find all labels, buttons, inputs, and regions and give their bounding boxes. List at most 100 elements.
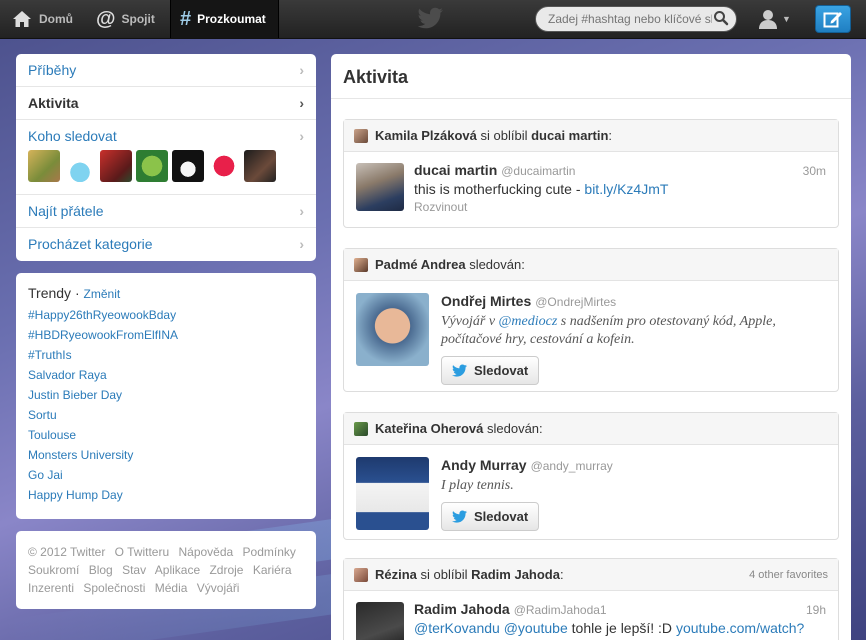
footer-link[interactable]: Podmínky: [243, 545, 296, 559]
sidebar-item-find-friends[interactable]: Najít přátele ›: [16, 195, 316, 228]
trend-item[interactable]: Happy Hump Day: [28, 485, 304, 505]
avatar[interactable]: [244, 150, 276, 182]
tweet-text: this is motherfucking cute - bit.ly/Kz4J…: [414, 181, 826, 197]
profile-name[interactable]: Andy Murray: [441, 457, 527, 473]
trend-item[interactable]: Justin Bieber Day: [28, 385, 304, 405]
sidebar-item-activity[interactable]: Aktivita ›: [16, 87, 316, 120]
trend-item[interactable]: Monsters University: [28, 445, 304, 465]
footer-link[interactable]: Média: [155, 581, 188, 595]
tweet-text-body: this is motherfucking cute -: [414, 181, 585, 197]
user-profile-card: Ondřej Mirtes @OndrejMirtes Vývojář v @me…: [344, 281, 838, 395]
footer-link[interactable]: Blog: [89, 563, 113, 577]
avatar[interactable]: [100, 150, 132, 182]
tweet[interactable]: ducai martin @ducaimartin 30m this is mot…: [344, 152, 838, 224]
tweet-link[interactable]: youtube.com/watch?: [676, 620, 804, 636]
chevron-right-icon: ›: [299, 236, 304, 252]
footer-link[interactable]: Inzerenti: [28, 581, 74, 595]
footer-link[interactable]: O Twitteru: [115, 545, 169, 559]
avatar[interactable]: [208, 150, 240, 182]
avatar[interactable]: [354, 128, 368, 143]
trend-item[interactable]: #Happy26thRyeowookBday: [28, 305, 304, 325]
footer-copyright: © 2012 Twitter: [28, 545, 106, 559]
tweet[interactable]: Radim Jahoda @RadimJahoda1 19h @terKovand…: [344, 591, 838, 640]
activity-header: Padmé Andrea sledován:: [344, 249, 838, 281]
who-to-follow[interactable]: Koho sledovat ›: [16, 120, 316, 195]
profile-handle[interactable]: @OndrejMirtes: [535, 295, 616, 309]
activity-suffix: :: [559, 567, 564, 582]
footer-link[interactable]: Aplikace: [155, 563, 200, 577]
sidebar-item-label: Koho sledovat: [28, 128, 117, 144]
other-favorites-count[interactable]: 4 other favorites: [749, 569, 828, 581]
footer-link[interactable]: Zdroje: [209, 563, 243, 577]
chevron-down-icon: ▼: [782, 14, 791, 24]
nav-home[interactable]: Domů: [12, 0, 73, 38]
bio-mention-link[interactable]: @mediocz: [499, 314, 558, 329]
avatar[interactable]: [356, 457, 429, 530]
trend-item[interactable]: #TruthIs: [28, 345, 304, 365]
user-menu[interactable]: ▼: [757, 8, 791, 30]
footer-link[interactable]: Společnosti: [83, 581, 145, 595]
sidebar-item-browse-categories[interactable]: Procházet kategorie ›: [16, 228, 316, 260]
change-trends-link[interactable]: Změnit: [84, 287, 121, 301]
actor-name[interactable]: Rézina: [375, 567, 417, 582]
activity-card: Kateřina Oherová sledován: Andy Murray @a…: [343, 412, 839, 540]
sidebar-item-label: Procházet kategorie: [28, 236, 153, 252]
bio-text: Vývojář v: [441, 314, 499, 329]
avatar[interactable]: [354, 567, 368, 582]
target-name[interactable]: Radim Jahoda: [471, 567, 560, 582]
avatar[interactable]: [356, 293, 429, 366]
footer-link[interactable]: Soukromí: [28, 563, 79, 577]
expand-link[interactable]: Rozvinout: [414, 200, 826, 214]
trend-item[interactable]: Toulouse: [28, 425, 304, 445]
mention-link[interactable]: @youtube: [504, 620, 568, 636]
actor-name[interactable]: Padmé Andrea: [375, 257, 466, 272]
nav-discover[interactable]: # Prozkoumat: [170, 0, 279, 38]
avatar[interactable]: [136, 150, 168, 182]
chevron-right-icon: ›: [299, 62, 304, 78]
tweet-author-handle[interactable]: @ducaimartin: [501, 164, 575, 178]
sidebar-item-stories[interactable]: Příběhy ›: [16, 54, 316, 87]
avatar[interactable]: [356, 163, 404, 211]
compose-tweet-button[interactable]: [815, 5, 851, 33]
follow-button[interactable]: Sledovat: [441, 502, 540, 531]
avatar[interactable]: [172, 150, 204, 182]
user-profile-card: Andy Murray @andy_murray I play tennis. S…: [344, 445, 838, 541]
profile-handle[interactable]: @andy_murray: [531, 459, 613, 473]
mention-link[interactable]: @terKovandu: [414, 620, 500, 636]
top-navigation-bar: Domů @ Spojit # Prozkoumat ▼: [0, 0, 866, 39]
avatar[interactable]: [356, 602, 404, 640]
tweet-author-handle[interactable]: @RadimJahoda1: [514, 603, 607, 617]
search-icon[interactable]: [713, 10, 729, 26]
trend-item[interactable]: #HBDRyeowookFromElfINA: [28, 325, 304, 345]
avatar[interactable]: [28, 150, 60, 182]
nav-connect[interactable]: @ Spojit: [96, 0, 155, 38]
nav-home-label: Domů: [39, 12, 73, 26]
search-input[interactable]: [535, 6, 737, 32]
tweet-author-name[interactable]: Radim Jahoda: [414, 601, 510, 617]
tweet-link[interactable]: bit.ly/Kz4JmT: [584, 181, 668, 197]
avatar[interactable]: [354, 257, 368, 272]
footer-link[interactable]: Kariéra: [253, 563, 292, 577]
footer-link[interactable]: Nápověda: [178, 545, 233, 559]
trend-item[interactable]: Go Jai: [28, 465, 304, 485]
actor-name[interactable]: Kamila Plzáková: [375, 128, 477, 143]
follow-button[interactable]: Sledovat: [441, 356, 540, 385]
avatar[interactable]: [64, 150, 96, 182]
tweet-timestamp[interactable]: 19h: [806, 603, 826, 617]
at-sign-icon: @: [96, 8, 116, 30]
actor-name[interactable]: Kateřina Oherová: [375, 421, 483, 436]
footer-link[interactable]: Vývojáři: [197, 581, 240, 595]
activity-header: Kamila Plzáková si oblíbil ducai martin …: [344, 120, 838, 152]
tweet-timestamp[interactable]: 30m: [803, 164, 826, 178]
trend-item[interactable]: Sortu: [28, 405, 304, 425]
footer-links: © 2012 Twitter O Twitteru Nápověda Podmí…: [16, 531, 316, 609]
target-name[interactable]: ducai martin: [531, 128, 608, 143]
avatar[interactable]: [354, 421, 368, 436]
profile-name[interactable]: Ondřej Mirtes: [441, 293, 531, 309]
tweet-author-name[interactable]: ducai martin: [414, 162, 497, 178]
activity-card: Kamila Plzáková si oblíbil ducai martin …: [343, 119, 839, 228]
nav-discover-label: Prozkoumat: [197, 12, 266, 26]
footer-link[interactable]: Stav: [122, 563, 146, 577]
trend-item[interactable]: Salvador Raya: [28, 365, 304, 385]
activity-stream: Aktivita Kamila Plzáková si oblíbil duca…: [331, 54, 851, 640]
